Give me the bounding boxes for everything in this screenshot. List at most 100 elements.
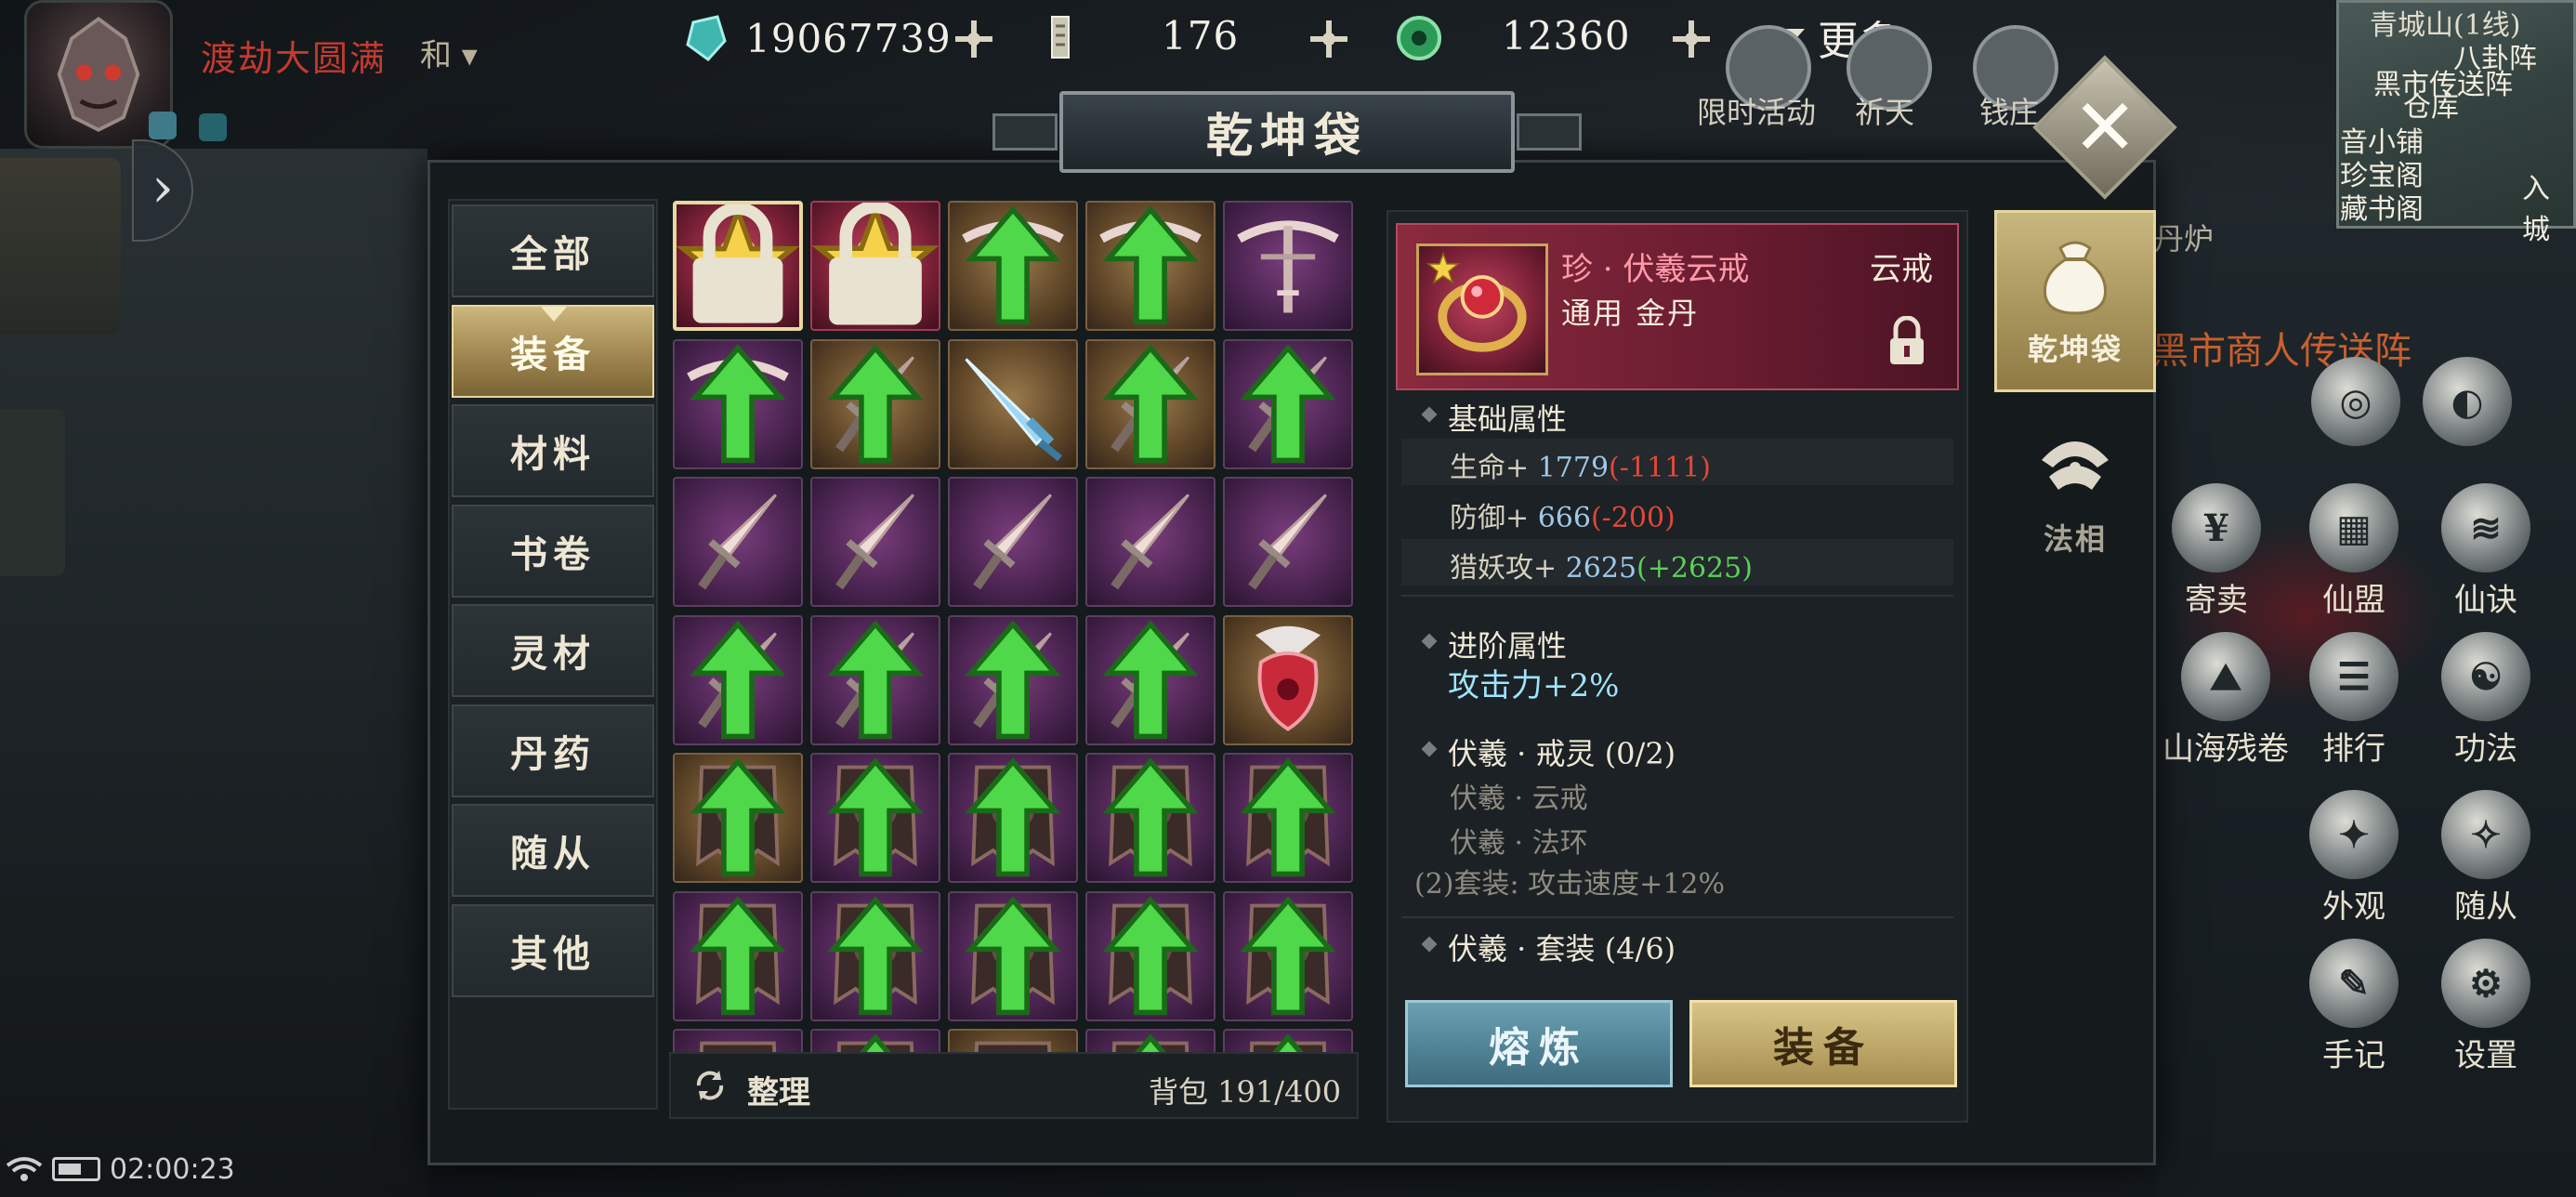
upgrade-arrow-icon <box>827 895 924 1015</box>
category-tab[interactable]: 随从 <box>452 804 654 897</box>
category-tab[interactable]: 其他 <box>452 903 654 997</box>
player-tag[interactable]: 和 ▾ <box>420 30 478 75</box>
category-tab[interactable]: 灵材 <box>452 604 654 697</box>
upgrade-arrow-icon <box>965 205 1061 325</box>
item-slot[interactable] <box>810 201 940 331</box>
wifi-icon <box>6 1157 43 1181</box>
item-slot[interactable] <box>810 477 940 607</box>
item-slot[interactable] <box>673 477 803 607</box>
add-jade-button[interactable] <box>1669 17 1714 61</box>
item-slot[interactable] <box>1223 338 1353 469</box>
category-tab[interactable]: 书卷 <box>452 504 654 598</box>
dagger-icon <box>1248 493 1327 590</box>
mountain-scroll-button[interactable]: ⛰ 山海残卷 <box>2147 632 2305 769</box>
trade-button[interactable]: ¥ 寄卖 <box>2156 483 2277 620</box>
add-crystal-button[interactable] <box>952 17 996 61</box>
item-slot[interactable] <box>1223 1029 1353 1052</box>
item-slot[interactable] <box>948 1029 1078 1052</box>
smelt-button[interactable]: 熔炼 <box>1405 1000 1673 1087</box>
money-bag-label: 钱庄 <box>1979 95 2040 130</box>
side-panel-character[interactable] <box>0 158 121 335</box>
lock-icon[interactable] <box>1885 316 1929 366</box>
pendant-icon <box>1255 625 1321 731</box>
currency-talisman <box>1037 6 1087 71</box>
item-slot[interactable] <box>1085 753 1216 883</box>
item-slot[interactable] <box>673 753 803 883</box>
notebook-button[interactable]: ✎ 手记 <box>2293 939 2414 1075</box>
item-slot[interactable] <box>810 1029 940 1052</box>
set-bonus: (2)套装: 攻击速度+12% <box>1414 868 1725 901</box>
item-slot[interactable] <box>1223 753 1353 883</box>
item-slot[interactable] <box>673 201 803 331</box>
category-tab[interactable]: 全部 <box>452 204 654 297</box>
ice-sword-icon <box>965 357 1062 461</box>
item-slot[interactable] <box>673 1029 803 1052</box>
alliance-button[interactable]: ▦ 仙盟 <box>2293 483 2414 620</box>
add-talisman-button[interactable] <box>1307 17 1351 61</box>
jade-coin-icon <box>1397 16 1441 60</box>
item-slot[interactable] <box>1223 477 1353 607</box>
buff-icon[interactable] <box>149 112 177 139</box>
item-slot[interactable] <box>673 614 803 745</box>
battery-icon <box>52 1157 100 1181</box>
upgrade-arrow-icon <box>1272 1033 1304 1052</box>
item-slot[interactable] <box>810 338 940 469</box>
item-slot[interactable] <box>1223 614 1353 745</box>
category-tab[interactable]: 材料 <box>452 404 654 497</box>
adv-attr-value: 攻击力+2% <box>1448 667 1620 704</box>
item-slot[interactable] <box>673 338 803 469</box>
item-grid[interactable] <box>669 199 1359 1052</box>
buff-icon[interactable] <box>199 113 227 141</box>
currency-talisman-value: 176 <box>1162 13 1240 59</box>
tab-bag[interactable]: 乾坤袋 <box>1994 210 2156 392</box>
minimap-label: 入城 <box>2522 173 2550 246</box>
ranking-button[interactable]: ☰ 排行 <box>2293 632 2414 769</box>
furnace-label[interactable]: 丹炉 <box>2154 216 2214 258</box>
category-tab[interactable]: 丹药 <box>452 704 654 797</box>
lock-icon <box>692 204 783 323</box>
flag-icon[interactable] <box>0 409 65 576</box>
pray-label: 祈天 <box>1855 95 1915 130</box>
appearance-button[interactable]: ✦ 外观 <box>2293 790 2414 927</box>
item-slot[interactable] <box>810 753 940 883</box>
item-usage: 通用 金丹 <box>1561 296 1700 331</box>
item-slot[interactable] <box>948 477 1078 607</box>
swirl-icon[interactable]: ◐ <box>2407 357 2528 446</box>
item-slot[interactable] <box>1085 614 1216 745</box>
item-slot[interactable] <box>673 890 803 1021</box>
item-slot[interactable] <box>1085 890 1216 1021</box>
base-attr-title: 基础属性 <box>1448 396 1567 439</box>
scroll-button[interactable]: ≋ 仙诀 <box>2425 483 2546 620</box>
item-slot[interactable] <box>948 338 1078 469</box>
item-slot[interactable] <box>1085 477 1216 607</box>
clock: 02:00:23 <box>110 1152 235 1186</box>
category-tab[interactable]: 装备 <box>452 304 654 398</box>
item-slot[interactable] <box>948 753 1078 883</box>
refresh-icon[interactable] <box>691 1067 729 1104</box>
item-slot[interactable] <box>1223 201 1353 331</box>
follower-button[interactable]: ✧ 随从 <box>2425 790 2546 927</box>
currency-crystal-value: 19067739 <box>745 15 952 61</box>
item-slot[interactable] <box>1223 890 1353 1021</box>
item-slot[interactable] <box>810 890 940 1021</box>
settings-button[interactable]: ⚙ 设置 <box>2425 939 2546 1075</box>
stat-hunt-attack: 猎妖攻+ 2625(+2625) <box>1450 552 1753 585</box>
item-slot[interactable] <box>1085 338 1216 469</box>
item-slot[interactable] <box>810 614 940 745</box>
item-slot[interactable] <box>948 201 1078 331</box>
item-slot[interactable] <box>948 890 1078 1021</box>
player-realm: 渡劫大圆满 <box>201 38 388 79</box>
equip-button[interactable]: 装备 <box>1689 1000 1957 1087</box>
sort-button[interactable]: 整理 <box>747 1067 810 1112</box>
tab-dharma[interactable]: 法相 <box>1994 400 2156 582</box>
settings-icon: ⚙ <box>2441 939 2530 1028</box>
panel-title: 乾坤袋 <box>1206 108 1368 163</box>
item-slot[interactable] <box>948 614 1078 745</box>
money-bag-icon[interactable]: ◎ <box>2295 357 2416 446</box>
item-slot[interactable] <box>1085 1029 1216 1052</box>
currency-jade-value: 12360 <box>1502 13 1631 59</box>
dagger-icon <box>973 493 1052 590</box>
taiji-button[interactable]: ☯ 功法 <box>2425 632 2546 769</box>
item-slot[interactable] <box>1085 201 1216 331</box>
star-icon <box>1426 252 1460 284</box>
